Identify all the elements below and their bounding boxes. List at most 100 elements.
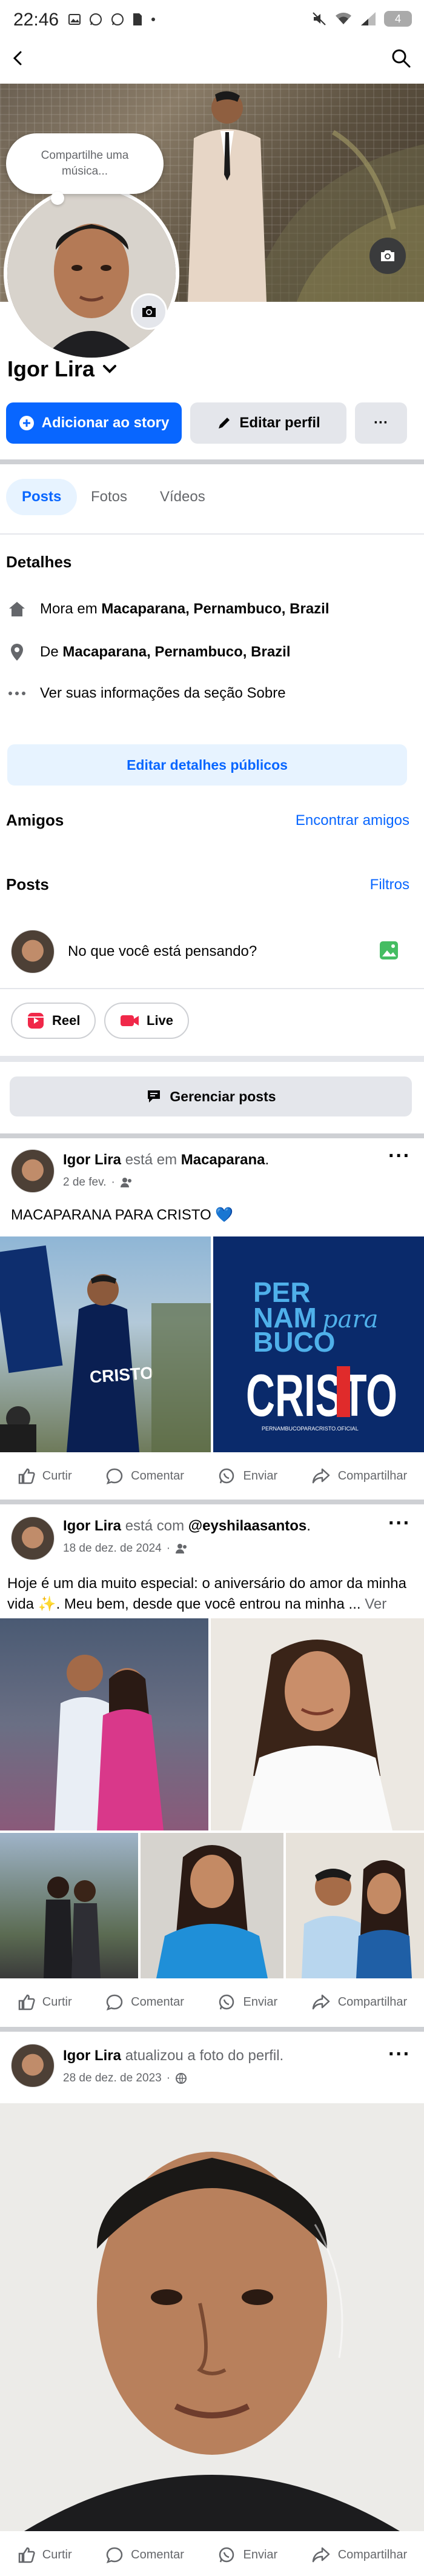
share-button[interactable]: Compartilhar [311, 1993, 407, 2011]
system-icons: 4 [311, 11, 412, 27]
post-text: MACAPARANA PARA CRISTO 💙 [11, 1207, 234, 1223]
cristo-graphic: PER NAM para BUCO CRISTO PERNAMBUCOPARAC… [213, 1236, 424, 1452]
post-author-avatar[interactable] [11, 1149, 55, 1193]
post-author-avatar[interactable] [11, 2044, 55, 2087]
profile-name-row[interactable]: Igor Lira [7, 356, 119, 382]
post-author[interactable]: Igor Lira [63, 2047, 121, 2064]
more-options-label: ··· [374, 415, 388, 431]
back-arrow-icon [13, 51, 22, 65]
send-button[interactable]: Enviar [217, 1993, 277, 2011]
profile-photo-post[interactable] [0, 2103, 424, 2531]
post-date[interactable]: 18 de dez. de 2024 [63, 1542, 162, 1555]
comment-button[interactable]: Comentar [105, 1993, 184, 2011]
plus-circle-icon [19, 416, 34, 430]
post-more-button[interactable]: ··· [388, 1512, 411, 1535]
post-author-avatar[interactable] [11, 1517, 55, 1560]
share-button[interactable]: Compartilhar [311, 1467, 407, 1485]
post-graphic[interactable]: PER NAM para BUCO CRISTO PERNAMBUCOPARAC… [213, 1236, 424, 1452]
message-list-icon [148, 1090, 161, 1103]
divider [0, 1056, 424, 1062]
edit-profile-label: Editar perfil [239, 415, 320, 431]
post-photo[interactable] [0, 1833, 138, 1978]
share-button[interactable]: Compartilhar [311, 2546, 407, 2564]
whatsapp-icon [90, 13, 102, 25]
share-icon [312, 1468, 330, 1484]
status-time: 22:46 [13, 10, 59, 30]
comment-icon [106, 1468, 123, 1485]
camera-icon [142, 306, 156, 317]
post-photo[interactable] [211, 1618, 424, 1830]
post-author[interactable]: Igor Lira [63, 1152, 121, 1168]
send-button[interactable]: Enviar [217, 2546, 277, 2564]
dot-icon [151, 18, 155, 21]
search-button[interactable] [386, 44, 416, 73]
more-options-button[interactable]: ··· [355, 402, 407, 444]
reel-button[interactable]: Reel [11, 1003, 96, 1039]
live-button[interactable]: Live [104, 1003, 190, 1039]
status-bar: 22:46 4 [0, 0, 424, 39]
location-pin-icon [11, 644, 23, 661]
post-sub: 18 de dez. de 2024 · [63, 1542, 188, 1555]
post-photo[interactable] [286, 1833, 424, 1978]
svg-text:PERNAMBUCOPARACRISTO.OFICIAL: PERNAMBUCOPARACRISTO.OFICIAL [262, 1426, 359, 1432]
composer-input[interactable]: No que você está pensando? [68, 943, 257, 960]
about-link-row[interactable]: Ver suas informações da seção Sobre [7, 685, 286, 702]
post-date[interactable]: 2 de fev. [63, 1176, 106, 1189]
tab-videos[interactable]: Vídeos [144, 479, 221, 515]
photo-portrait [241, 1640, 393, 1830]
profile-avatar-frame[interactable] [4, 185, 179, 361]
add-to-story-label: Adicionar ao story [41, 415, 170, 431]
divider [0, 1500, 424, 1504]
post-author[interactable]: Igor Lira [63, 1518, 121, 1534]
post-photo[interactable] [0, 1618, 208, 1830]
tab-posts[interactable]: Posts [6, 479, 78, 515]
like-button[interactable]: Curtir [17, 2546, 72, 2564]
details-title: Detalhes [6, 553, 72, 571]
edit-avatar-button[interactable] [131, 293, 167, 330]
post-location[interactable]: Macaparana [181, 1152, 265, 1168]
friends-audience-icon [120, 1178, 131, 1187]
whatsapp-send-icon [219, 1468, 234, 1484]
post-date[interactable]: 28 de dez. de 2023 [63, 2072, 162, 2085]
wifi-icon [336, 12, 351, 24]
photo-upload-button[interactable] [378, 939, 400, 961]
post-sub: 2 de fev. · [63, 1176, 133, 1189]
post-photo[interactable]: CRISTO [0, 1236, 211, 1452]
music-bubble-tail [51, 192, 64, 205]
friends-audience-icon [176, 1544, 187, 1553]
music-bubble[interactable]: Compartilhe uma música... [6, 133, 164, 194]
live-video-icon [121, 1015, 139, 1026]
edit-cover-button[interactable] [369, 238, 406, 274]
post-header: Igor Lira está em Macaparana. [63, 1152, 270, 1168]
share-icon [312, 1994, 330, 2010]
post-actions: Curtir Comentar Enviar Compartilhar [0, 1452, 424, 1500]
comment-button[interactable]: Comentar [105, 1467, 184, 1485]
cover-person [188, 91, 267, 302]
manage-posts-button[interactable]: Gerenciar posts [10, 1076, 412, 1116]
like-button[interactable]: Curtir [17, 1993, 72, 2011]
send-button[interactable]: Enviar [217, 1467, 277, 1485]
composer-avatar[interactable] [11, 930, 55, 973]
edit-profile-button[interactable]: Editar perfil [190, 402, 346, 444]
comment-icon [106, 1994, 123, 2011]
photo-girl [156, 1845, 268, 1978]
signal-icon [361, 12, 376, 25]
post-more-button[interactable]: ··· [388, 2043, 411, 2066]
home-icon [9, 602, 25, 616]
filters-link[interactable]: Filtros [370, 876, 409, 893]
post-more-button[interactable]: ··· [388, 1144, 411, 1168]
post-photo[interactable] [141, 1833, 283, 1978]
divider [0, 988, 424, 989]
tagged-user[interactable]: @eyshilaasantos [188, 1518, 307, 1534]
thumbs-up-icon [18, 1468, 35, 1484]
notification-icons [68, 12, 156, 27]
mute-icon [313, 12, 326, 25]
comment-button[interactable]: Comentar [105, 2546, 184, 2564]
find-friends-link[interactable]: Encontrar amigos [296, 812, 409, 829]
back-button[interactable] [4, 44, 33, 73]
edit-public-details-button[interactable]: Editar detalhes públicos [7, 744, 407, 786]
add-to-story-button[interactable]: Adicionar ao story [6, 402, 182, 444]
tab-photos[interactable]: Fotos [75, 479, 143, 515]
post-actions: Curtir Comentar Enviar Compartilhar [0, 1978, 424, 2026]
like-button[interactable]: Curtir [17, 1467, 72, 1485]
